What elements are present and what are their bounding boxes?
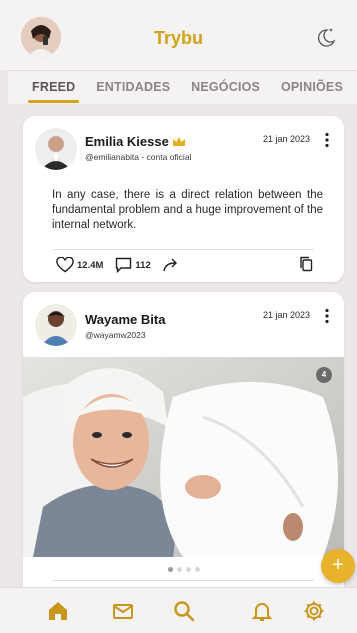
carousel-dot[interactable] xyxy=(185,567,191,572)
divider xyxy=(53,249,314,250)
tab-entidades[interactable]: ENTIDADES xyxy=(96,71,170,104)
post-text: In any case, there is a direct relation … xyxy=(52,189,323,231)
heart-icon xyxy=(56,257,74,273)
tab-freed[interactable]: FREED xyxy=(27,71,80,104)
divider xyxy=(53,580,314,581)
like-count: 12.4M xyxy=(77,259,104,271)
author-handle: @wayamw2023 xyxy=(85,330,146,340)
more-options-icon[interactable] xyxy=(324,132,330,148)
post-actions: 12.4M 112 xyxy=(56,257,196,273)
carousel-indicator xyxy=(23,567,344,572)
post-card: Emilia Kiesse @emilianabita - conta ofic… xyxy=(23,116,344,282)
home-icon[interactable] xyxy=(46,599,70,623)
share-icon xyxy=(163,258,177,272)
author-handle: @emilianabita - conta oficial xyxy=(85,152,192,162)
bell-icon[interactable] xyxy=(250,599,274,623)
tab-opinioes[interactable]: OPINIÕES xyxy=(281,71,343,104)
author-name[interactable]: Emilia Kiesse xyxy=(85,134,169,149)
like-button[interactable]: 12.4M xyxy=(56,257,103,273)
app-header: Trybu xyxy=(0,0,357,70)
author-avatar[interactable] xyxy=(35,304,77,346)
image-count-badge: 4 xyxy=(316,367,332,383)
carousel-dot[interactable] xyxy=(176,567,182,572)
search-icon[interactable] xyxy=(172,599,196,623)
author-name[interactable]: Wayame Bita xyxy=(85,312,165,327)
bottom-nav xyxy=(0,587,357,633)
copy-icon[interactable] xyxy=(299,256,313,277)
share-button[interactable] xyxy=(163,258,184,272)
post-date: 21 jan 2023 xyxy=(262,134,310,144)
comment-icon xyxy=(116,257,132,273)
crown-icon xyxy=(172,135,186,153)
post-card: Wayame Bita @wayamw2023 21 jan 2023 4 xyxy=(23,292,344,602)
post-date: 21 jan 2023 xyxy=(262,310,310,320)
add-post-button[interactable]: + xyxy=(321,549,355,583)
mail-icon[interactable] xyxy=(111,599,135,623)
app-title: Trybu xyxy=(153,28,203,48)
carousel-dot[interactable] xyxy=(194,567,200,572)
tab-bar: FREED ENTIDADES NEGÓCIOS OPINIÕES xyxy=(8,70,357,104)
post-image[interactable]: 4 xyxy=(23,357,344,557)
settings-icon[interactable] xyxy=(302,599,326,623)
more-options-icon[interactable] xyxy=(324,308,330,324)
carousel-dot[interactable] xyxy=(167,567,173,572)
comment-count: 112 xyxy=(135,259,151,271)
tab-negocios[interactable]: NEGÓCIOS xyxy=(191,71,260,104)
author-avatar[interactable] xyxy=(35,128,77,170)
moon-icon[interactable] xyxy=(313,25,337,49)
comment-button[interactable]: 112 xyxy=(115,257,151,273)
